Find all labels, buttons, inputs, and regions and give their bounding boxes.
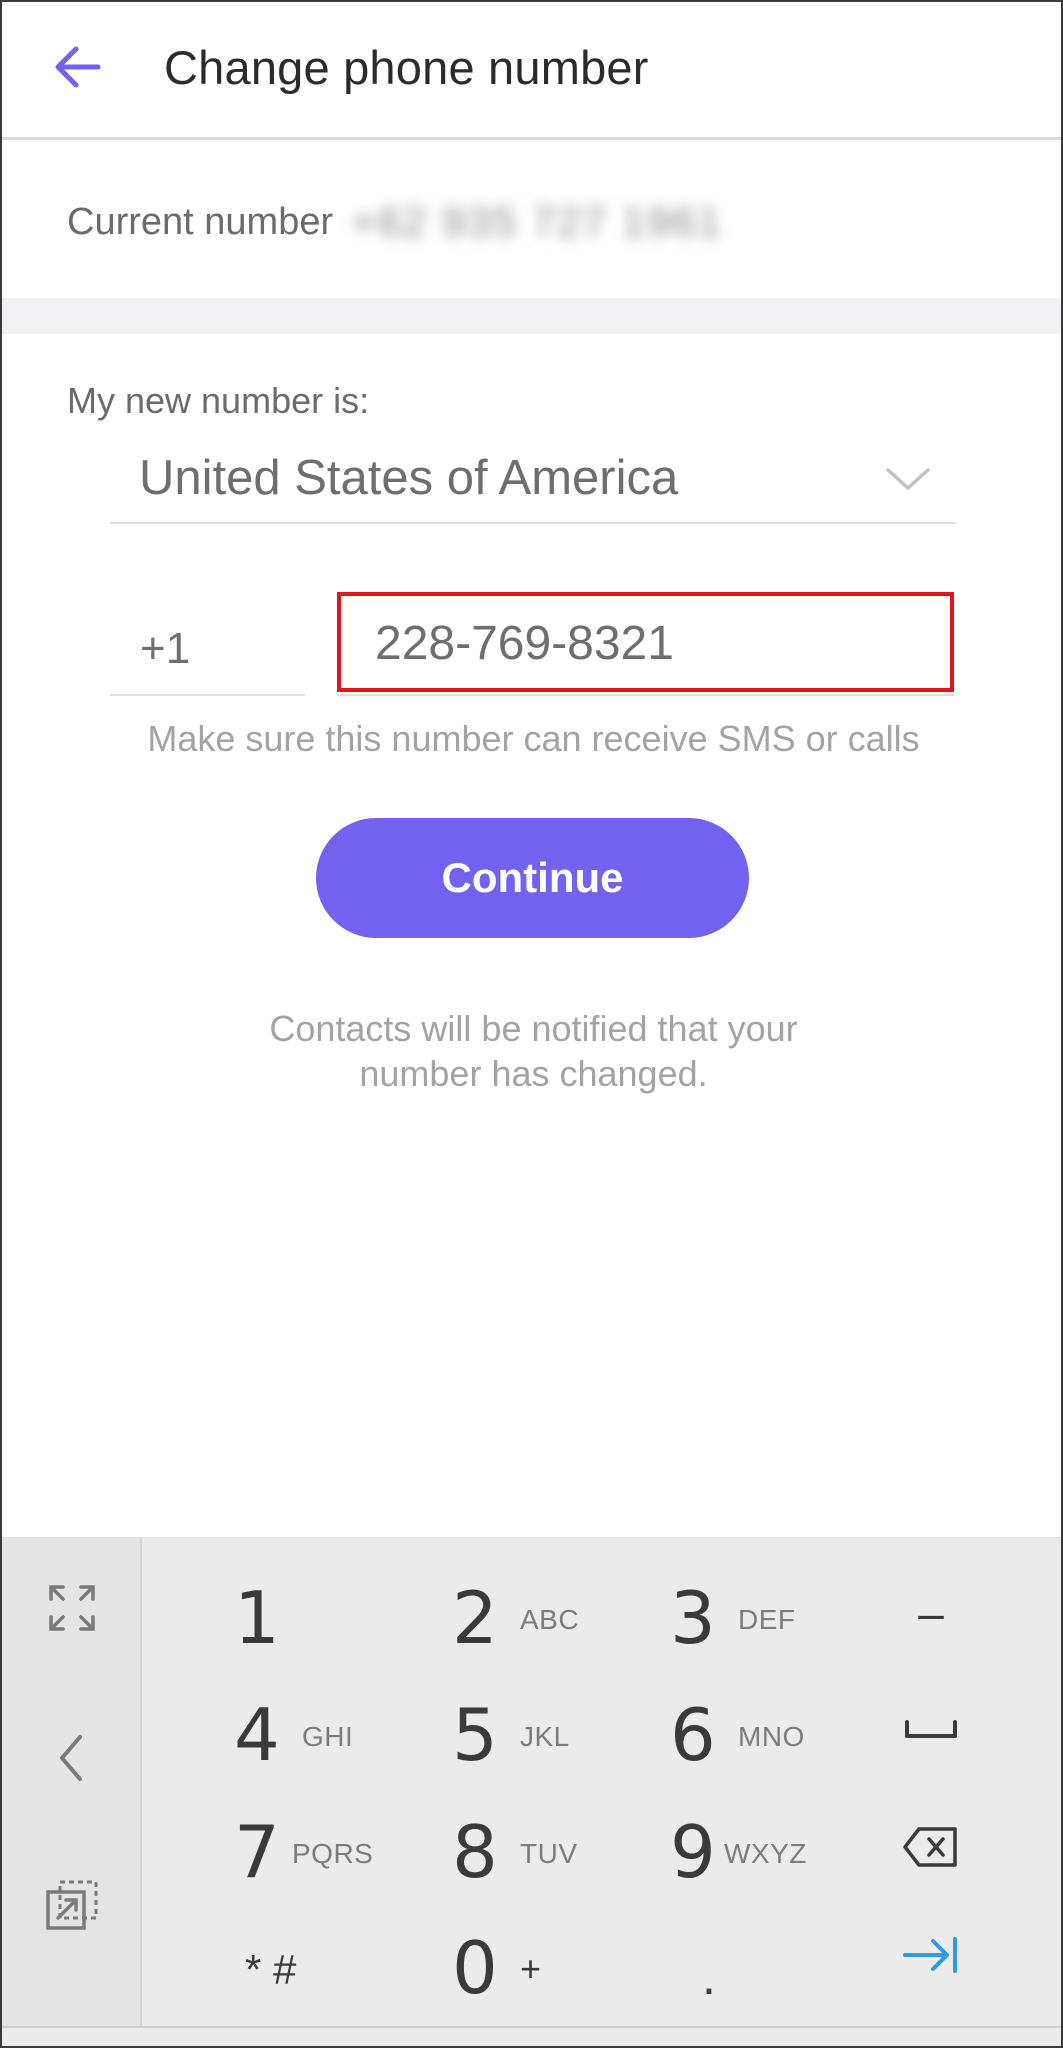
next-field-icon (903, 1937, 957, 1973)
app-header: Change phone number (2, 2, 1061, 140)
key-6[interactable]: 6 MNO (670, 1685, 870, 1795)
key-digit: 1 (234, 1576, 280, 1660)
key-digit: 4 (234, 1693, 280, 1777)
next-key[interactable] (886, 1910, 976, 2000)
key-star-hash[interactable]: * # (245, 1946, 296, 1994)
floating-keyboard-button[interactable] (32, 1866, 112, 1946)
change-notice: Contacts will be notified that your numb… (2, 1006, 1061, 1096)
current-number-value: +62 935 727 1961 (351, 198, 723, 245)
current-number-label: Current number (67, 200, 334, 243)
backspace-key[interactable] (886, 1802, 976, 1892)
notice-line-2: number has changed. (359, 1053, 708, 1094)
page-title: Change phone number (164, 41, 649, 94)
minus-symbol: – (918, 1587, 944, 1639)
key-letters: + (520, 1948, 542, 1989)
key-digit: 6 (670, 1693, 716, 1777)
sms-hint: Make sure this number can receive SMS or… (147, 718, 920, 759)
key-4[interactable]: 4 GHI (234, 1685, 434, 1795)
notice-line-1: Contacts will be notified that your (269, 1008, 798, 1049)
key-letters: WXYZ (724, 1838, 807, 1869)
key-digit: 0 (452, 1926, 498, 2010)
country-name: United States of America (139, 451, 679, 505)
key-letters: ABC (520, 1604, 580, 1635)
key-8[interactable]: 8 TUV (452, 1802, 652, 1912)
key-2[interactable]: 2 ABC (452, 1568, 652, 1678)
key-dot[interactable]: . (702, 1948, 716, 2006)
current-number-row: Current number +62 935 727 1961 (67, 198, 723, 246)
chevron-down-icon (886, 468, 930, 490)
key-letters: DEF (738, 1604, 796, 1635)
key-1[interactable]: 1 (234, 1568, 434, 1678)
country-select[interactable]: United States of America (110, 442, 956, 524)
back-button[interactable] (42, 32, 112, 102)
key-letters: PQRS (292, 1838, 374, 1869)
key-9[interactable]: 9 WXYZ (670, 1802, 870, 1912)
country-code-field[interactable]: +1 (110, 614, 305, 696)
key-digit: 5 (452, 1693, 498, 1777)
keyboard-side-panel (2, 1538, 142, 2028)
phone-number-field[interactable] (337, 592, 954, 692)
continue-button[interactable]: Continue (316, 818, 749, 938)
arrow-left-icon (55, 46, 101, 88)
key-digit: 7 (234, 1810, 280, 1894)
key-7[interactable]: 7 PQRS (234, 1802, 434, 1912)
screen: Change phone number Current number +62 9… (0, 0, 1063, 2048)
phone-field-underline (337, 694, 954, 696)
phone-number-input[interactable] (375, 616, 935, 671)
key-letters: MNO (738, 1721, 805, 1752)
country-code: +1 (140, 624, 191, 673)
space-icon (905, 1720, 957, 1738)
minus-key[interactable]: – (886, 1568, 976, 1658)
key-letters: GHI (302, 1721, 354, 1752)
numeric-keyboard: 1 2 ABC 3 DEF 4 GHI 5 JKL 6 MNO 7 PQRS 8 (2, 1537, 1061, 2046)
key-0[interactable]: 0 + (452, 1918, 652, 2028)
chevron-left-icon (60, 1735, 82, 1781)
new-number-label: My new number is: (67, 380, 370, 421)
space-key[interactable] (886, 1685, 976, 1775)
key-5[interactable]: 5 JKL (452, 1685, 652, 1795)
key-digit: 3 (670, 1576, 716, 1660)
floating-keyboard-icon (46, 1880, 98, 1930)
key-digit: 2 (452, 1576, 498, 1660)
section-divider (2, 298, 1061, 334)
expand-keyboard-button[interactable] (32, 1568, 112, 1648)
key-letters: TUV (520, 1838, 578, 1869)
keyboard-bottom-border (2, 2026, 1061, 2028)
key-letters: JKL (520, 1721, 570, 1752)
keyboard-left-button[interactable] (32, 1718, 112, 1798)
backspace-icon (903, 1827, 957, 1867)
key-digit: 8 (452, 1810, 498, 1894)
key-digit: 9 (670, 1810, 716, 1894)
key-3[interactable]: 3 DEF (670, 1568, 870, 1678)
expand-icon (49, 1585, 95, 1631)
